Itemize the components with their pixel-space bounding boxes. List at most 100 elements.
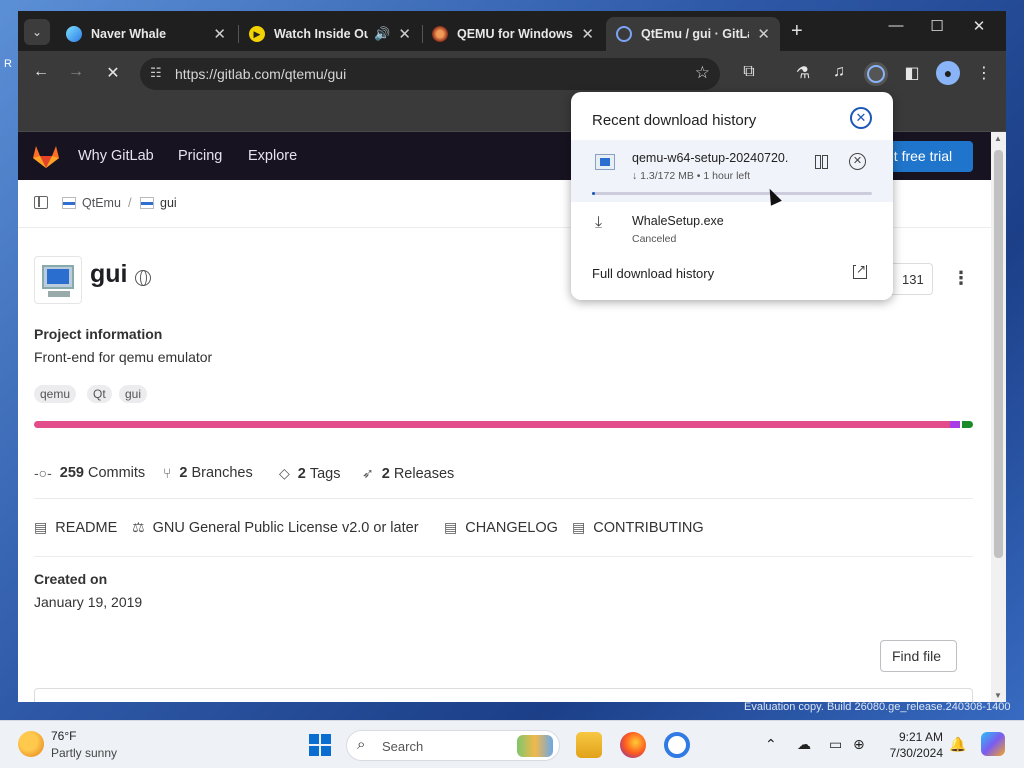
speaker-icon[interactable]: 🔊	[374, 26, 390, 42]
scrollbar-thumb[interactable]	[994, 150, 1003, 558]
forward-button[interactable]: →	[65, 63, 87, 81]
back-button[interactable]: ←	[30, 63, 52, 81]
media-controls-icon[interactable]: ♫	[828, 63, 850, 81]
nav-explore[interactable]: Explore	[248, 148, 297, 164]
site-info-icon[interactable]: ☷	[150, 65, 162, 81]
firefox-icon[interactable]	[620, 732, 646, 758]
language-segment[interactable]	[961, 421, 973, 428]
breadcrumb-project[interactable]: gui	[140, 196, 177, 210]
topic-badge[interactable]: Qt	[87, 385, 112, 403]
copilot-icon[interactable]	[981, 732, 1005, 756]
changelog-link[interactable]: ▤ CHANGELOG	[444, 519, 558, 536]
extensions-icon[interactable]: ⧉	[738, 63, 760, 81]
whale-icon	[66, 26, 82, 42]
system-clock[interactable]: 9:21 AM 7/30/2024	[885, 729, 943, 761]
nav-pricing[interactable]: Pricing	[178, 148, 222, 164]
play-icon: ▶	[249, 26, 265, 42]
free-trial-button[interactable]: et free trial	[882, 141, 973, 172]
divider	[34, 498, 973, 499]
releases-link[interactable]: ➶ 2 Releases	[362, 465, 454, 482]
topic-badge[interactable]: gui	[119, 385, 148, 403]
taskbar: 76°F Partly sunny ⌕ Search ⌃ ☁ ▭ ⊕ 9:21 …	[0, 720, 1024, 768]
network-icon[interactable]: ⊕	[853, 736, 865, 753]
tab-qemu-windows[interactable]: QEMU for Windows ✕	[422, 17, 604, 51]
scale-icon: ⚖	[132, 519, 145, 535]
downloads-button[interactable]	[864, 62, 888, 86]
download-status: Canceled	[632, 233, 677, 245]
download-status: ↓ 1.3/172 MB • 1 hour left	[632, 170, 751, 182]
language-bar[interactable]	[34, 421, 973, 428]
notification-bell-icon[interactable]: 🔔	[949, 736, 966, 753]
contributing-link[interactable]: ▤ CONTRIBUTING	[572, 519, 704, 536]
download-filename[interactable]: WhaleSetup.exe	[632, 214, 724, 228]
license-link[interactable]: ⚖ GNU General Public License v2.0 or late…	[132, 519, 419, 536]
tags-link[interactable]: ◇ 2 Tags	[279, 465, 341, 482]
repository-panel	[34, 688, 973, 702]
project-title: gui	[90, 260, 128, 288]
tab-naver-whale[interactable]: Naver Whale ✕	[56, 17, 236, 51]
cancel-download-icon[interactable]: ✕	[849, 153, 866, 170]
close-icon[interactable]: ✕	[850, 107, 872, 129]
cloud-off-icon[interactable]: ☁	[797, 736, 811, 753]
chevron-up-icon[interactable]: ⌃	[765, 736, 777, 753]
find-file-button[interactable]: Find file	[880, 640, 957, 672]
tab-strip: ⌄ Naver Whale ✕ ▶ Watch Inside Ou 🔊 ✕ QE…	[18, 11, 1006, 51]
close-icon[interactable]: ✕	[757, 25, 770, 43]
desktop-icon-fragment: R	[4, 58, 12, 70]
language-segment[interactable]	[949, 421, 960, 428]
tab-watch-inside[interactable]: ▶ Watch Inside Ou 🔊 ✕	[239, 17, 421, 51]
gitlab-logo-icon[interactable]	[32, 143, 60, 169]
chrome-icon[interactable]	[664, 732, 690, 758]
minimize-button[interactable]: —	[876, 17, 916, 34]
breadcrumb-group[interactable]: QtEmu	[62, 196, 121, 210]
stop-button[interactable]: ✕	[102, 63, 124, 83]
commits-link[interactable]: -○- 259 Commits	[34, 465, 145, 481]
scroll-down-icon[interactable]: ▼	[994, 691, 1002, 700]
profile-avatar[interactable]: ●	[936, 61, 960, 85]
download-filename[interactable]: qemu-w64-setup-20240720.	[632, 151, 802, 165]
tab-gitlab-gui[interactable]: QtEmu / gui · GitLab ✕	[606, 17, 780, 51]
scroll-up-icon[interactable]: ▲	[994, 134, 1002, 143]
new-tab-button[interactable]: +	[791, 20, 803, 43]
display-icon[interactable]: ▭	[829, 736, 842, 753]
pause-icon[interactable]	[814, 153, 830, 169]
branches-link[interactable]: ⑂ 2 Branches	[163, 465, 253, 481]
nav-why-gitlab[interactable]: Why GitLab	[78, 148, 154, 164]
project-avatar	[34, 256, 82, 304]
open-external-icon[interactable]	[853, 262, 867, 279]
bookmark-star-icon[interactable]: ☆	[695, 63, 710, 83]
tab-search-button[interactable]: ⌄	[24, 19, 50, 45]
full-download-history-link[interactable]: Full download history	[592, 266, 714, 281]
close-icon[interactable]: ✕	[581, 25, 594, 43]
window-close-button[interactable]: ✕	[959, 17, 999, 35]
labs-flask-icon[interactable]: ⚗	[792, 63, 814, 83]
taskbar-search[interactable]: ⌕ Search	[346, 730, 560, 761]
browser-toolbar: ← → ✕ ☷ https://gitlab.com/qtemu/gui ☆ ⧉…	[18, 51, 1006, 97]
weather-description[interactable]: Partly sunny	[51, 746, 117, 760]
close-icon[interactable]: ✕	[398, 25, 411, 43]
file-explorer-icon[interactable]	[576, 732, 602, 758]
maximize-button[interactable]: ☐	[917, 17, 957, 35]
url-text[interactable]: https://gitlab.com/qtemu/gui	[175, 66, 346, 82]
sidebar-toggle-icon[interactable]	[34, 196, 48, 209]
language-segment[interactable]	[34, 421, 950, 428]
weather-temperature[interactable]: 76°F	[51, 729, 76, 743]
search-label: Search	[382, 739, 424, 754]
start-button[interactable]	[309, 734, 331, 756]
more-actions-icon[interactable]: ⋮	[952, 268, 970, 289]
project-avatar-icon	[140, 197, 154, 209]
tag-icon: ◇	[279, 465, 290, 481]
menu-kebab-icon[interactable]: ⋮	[973, 63, 995, 83]
public-visibility-icon	[135, 270, 151, 286]
topic-badge[interactable]: qemu	[34, 385, 77, 403]
loading-spinner-icon	[616, 26, 632, 42]
download-history-popup: Recent download history ✕ qemu-w64-setup…	[571, 92, 893, 300]
readme-link[interactable]: ▤ README	[34, 519, 117, 536]
weather-sun-icon[interactable]	[18, 731, 44, 757]
star-count-button[interactable]: 131	[890, 263, 933, 295]
page-scrollbar[interactable]: ▲ ▼	[991, 132, 1006, 702]
side-panel-icon[interactable]: ◧	[901, 63, 923, 83]
address-bar[interactable]: ☷ https://gitlab.com/qtemu/gui ☆	[140, 58, 720, 90]
close-icon[interactable]: ✕	[213, 25, 226, 43]
download-item[interactable]: qemu-w64-setup-20240720. ↓ 1.3/172 MB • …	[571, 140, 893, 202]
